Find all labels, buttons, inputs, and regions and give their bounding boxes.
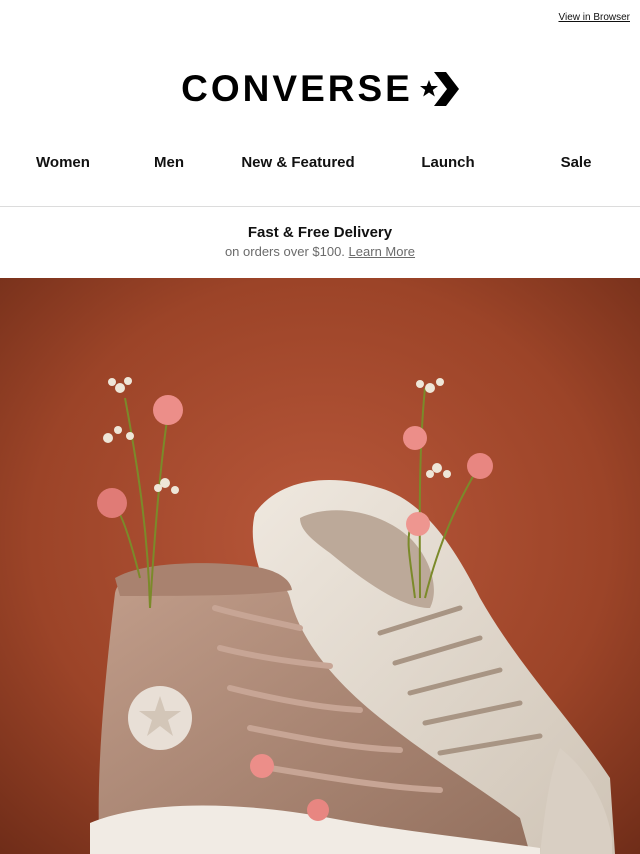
nav-women[interactable]: Women bbox=[36, 154, 90, 171]
nav-men[interactable]: Men bbox=[154, 154, 184, 171]
star-chevron-icon bbox=[419, 72, 459, 106]
promo-title: Fast & Free Delivery bbox=[247, 224, 393, 241]
promo-banner: Fast & Free Delivery on orders over $100… bbox=[0, 224, 640, 259]
hero-illustration bbox=[0, 278, 640, 854]
main-nav: Women Men New & Featured Launch Sale bbox=[0, 154, 640, 174]
view-in-browser-link[interactable]: View in Browser bbox=[558, 12, 630, 23]
nav-divider bbox=[0, 206, 640, 207]
nav-launch[interactable]: Launch bbox=[421, 154, 474, 171]
brand-logo[interactable]: CONVERSE bbox=[0, 70, 640, 108]
hero-image[interactable] bbox=[0, 278, 640, 854]
nav-new-featured[interactable]: New & Featured bbox=[241, 154, 354, 171]
top-bar: View in Browser bbox=[558, 12, 630, 23]
brand-wordmark: CONVERSE bbox=[181, 68, 413, 109]
learn-more-link[interactable]: Learn More bbox=[349, 244, 415, 259]
promo-subtitle-text: on orders over $100. bbox=[224, 244, 345, 259]
nav-sale[interactable]: Sale bbox=[561, 154, 592, 171]
promo-subtitle: on orders over $100. Learn More bbox=[0, 244, 640, 259]
